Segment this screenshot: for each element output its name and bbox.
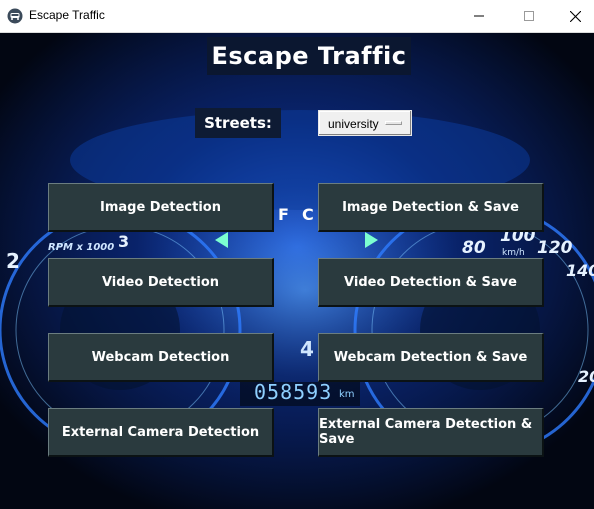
title-bar: Escape Traffic [0, 0, 594, 33]
odometer-unit: km [339, 389, 355, 400]
close-icon [569, 10, 581, 22]
lcd-number: 4 [300, 337, 314, 361]
speed-tick-80: 80 [462, 238, 486, 258]
external-camera-detection-save-button[interactable]: External Camera Detection & Save [318, 408, 544, 457]
video-detection-button[interactable]: Video Detection [48, 258, 274, 307]
rpm-tick-3: 3 [118, 232, 130, 251]
maximize-icon [524, 11, 534, 21]
image-detection-save-button[interactable]: Image Detection & Save [318, 183, 544, 232]
rpm-label: RPM x 1000 [48, 242, 115, 253]
maximize-button[interactable] [506, 0, 552, 32]
car-app-icon [7, 8, 23, 24]
minimize-button[interactable] [456, 0, 502, 32]
webcam-detection-button[interactable]: Webcam Detection [48, 333, 274, 382]
video-detection-save-button[interactable]: Video Detection & Save [318, 258, 544, 307]
option-menu-indicator-icon [385, 121, 402, 125]
streets-select[interactable]: university [318, 110, 412, 136]
app-window: Escape Traffic RPM x 1000 2 3 F C 80 100… [0, 0, 594, 509]
external-camera-detection-button[interactable]: External Camera Detection [48, 408, 274, 457]
speed-tick-120: 120 [537, 238, 573, 258]
image-detection-button[interactable]: Image Detection [48, 183, 274, 232]
rpm-tick-2: 2 [6, 249, 20, 273]
speed-tick-140: 140 [566, 261, 594, 280]
gear-c: C [302, 205, 314, 224]
streets-selected-value: university [328, 117, 379, 131]
odometer-value: 058593 [254, 380, 333, 404]
gear-f: F [278, 205, 289, 224]
close-button[interactable] [552, 0, 594, 32]
page-title: Escape Traffic [211, 42, 407, 70]
streets-label: Streets: [195, 108, 281, 138]
speed-tick-20: 20 [578, 367, 594, 386]
speed-unit: km/h [502, 248, 525, 258]
page-heading: Escape Traffic [207, 37, 411, 75]
webcam-detection-save-button[interactable]: Webcam Detection & Save [318, 333, 544, 382]
minimize-icon [474, 15, 484, 17]
window-title: Escape Traffic [29, 8, 105, 22]
